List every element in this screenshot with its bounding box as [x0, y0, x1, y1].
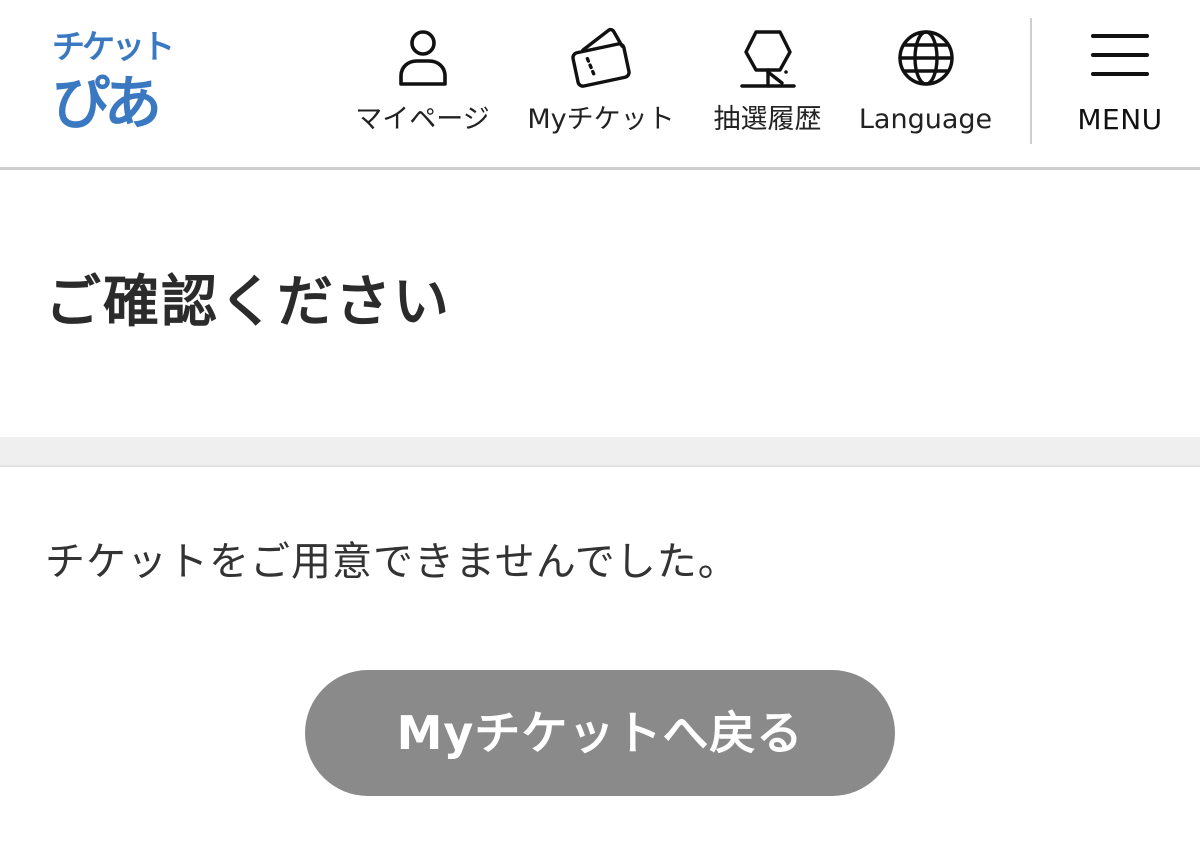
globe-icon	[894, 26, 958, 90]
error-message: チケットをご用意できませんでした。	[45, 539, 739, 585]
nav-divider	[1030, 18, 1032, 144]
nav-language[interactable]: Language	[848, 0, 1003, 168]
menu-label: MENU	[1077, 103, 1163, 136]
menu-button[interactable]: MENU	[1052, 0, 1188, 168]
back-to-my-ticket-button[interactable]: Myチケットへ戻る	[305, 670, 895, 796]
lottery-icon	[736, 26, 800, 90]
pia-logo[interactable]: チケット ぴあ	[52, 26, 177, 138]
title-section: ご確認ください	[0, 173, 1200, 437]
logo-bottom-text: ぴあ	[52, 69, 162, 137]
nav-mypage[interactable]: マイページ	[350, 0, 495, 168]
site-header: チケット ぴあ マイページ Myチケット 抽選履歴 Language MENU	[0, 0, 1200, 170]
hamburger-icon	[1090, 30, 1150, 80]
section-divider-band	[0, 437, 1200, 467]
nav-my-ticket-label: Myチケット	[527, 104, 675, 135]
logo-top-text: チケット	[52, 27, 175, 66]
nav-mypage-label: マイページ	[355, 104, 490, 135]
nav-language-label: Language	[858, 104, 993, 135]
person-icon	[391, 26, 455, 90]
ticket-icon	[569, 26, 633, 90]
page-title: ご確認ください	[45, 270, 451, 335]
nav-my-ticket[interactable]: Myチケット	[520, 0, 682, 168]
nav-lottery-history[interactable]: 抽選履歴	[705, 0, 830, 168]
nav-lottery-history-label: 抽選履歴	[713, 104, 822, 135]
